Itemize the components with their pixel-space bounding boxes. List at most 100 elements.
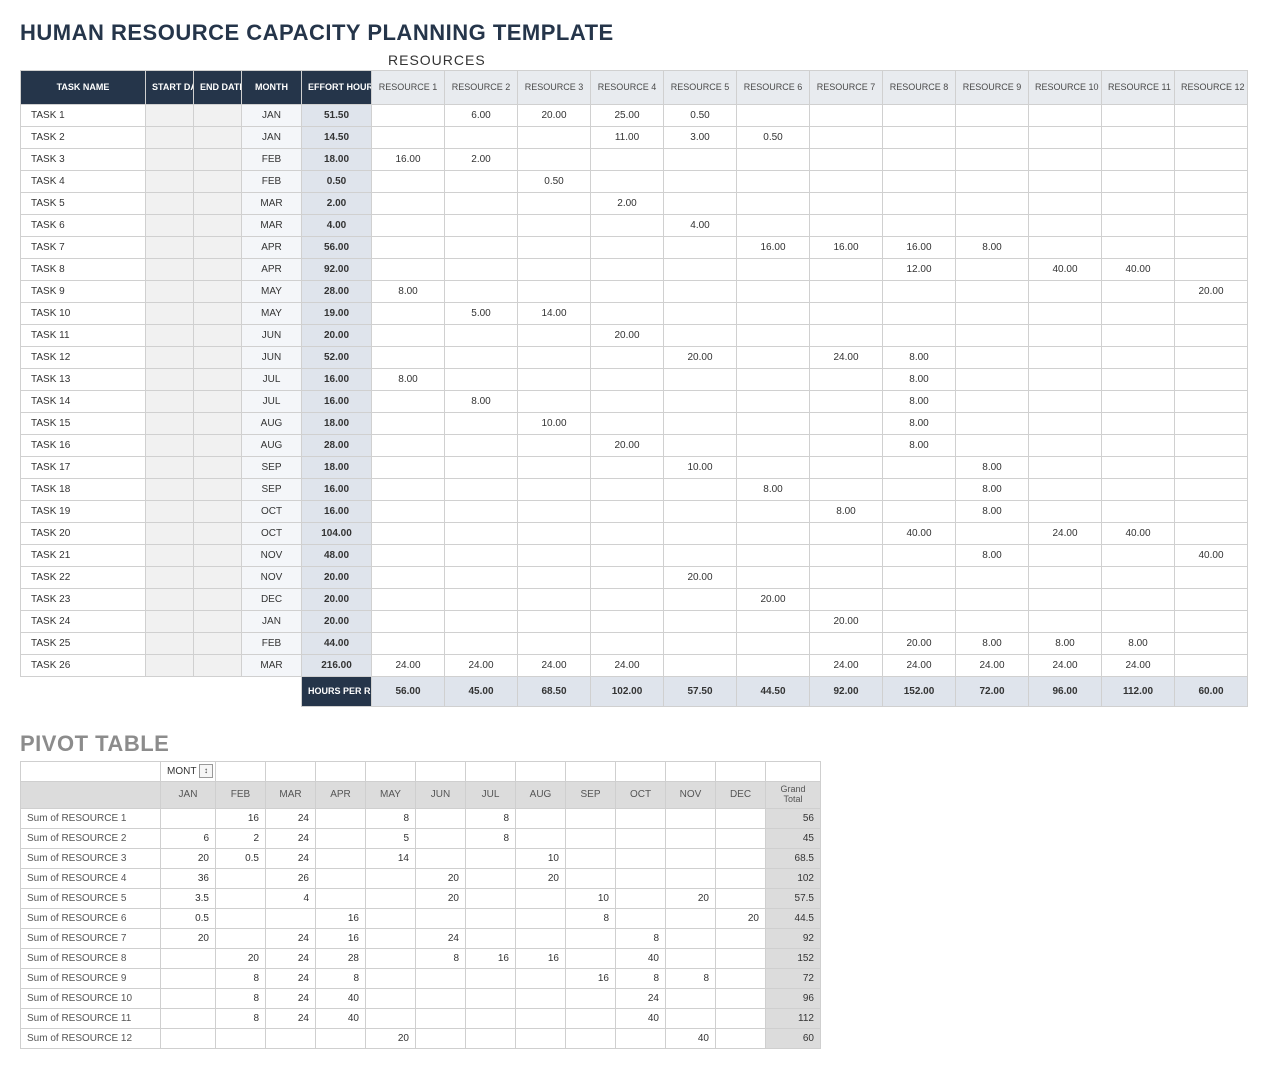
pivot-cell[interactable]: 16 <box>566 968 616 988</box>
resource-cell[interactable] <box>737 611 810 633</box>
resource-cell[interactable] <box>518 457 591 479</box>
resource-cell[interactable] <box>883 501 956 523</box>
total-resource-4[interactable]: 102.00 <box>591 677 664 707</box>
resource-cell[interactable] <box>956 391 1029 413</box>
resource-cell[interactable] <box>810 303 883 325</box>
pivot-row-label[interactable]: Sum of RESOURCE 8 <box>21 948 161 968</box>
pivot-cell[interactable] <box>466 1028 516 1048</box>
resource-cell[interactable] <box>591 589 664 611</box>
end-date-cell[interactable] <box>194 611 242 633</box>
pivot-grand-total-cell[interactable]: 96 <box>766 988 821 1008</box>
resource-cell[interactable] <box>664 413 737 435</box>
resource-cell[interactable]: 8.00 <box>372 369 445 391</box>
pivot-cell[interactable]: 16 <box>216 808 266 828</box>
resource-cell[interactable] <box>591 149 664 171</box>
task-name-cell[interactable]: TASK 26 <box>21 655 146 677</box>
pivot-cell[interactable] <box>566 868 616 888</box>
resource-cell[interactable] <box>1102 391 1175 413</box>
start-date-cell[interactable] <box>146 325 194 347</box>
resource-cell[interactable] <box>664 281 737 303</box>
pivot-cell[interactable] <box>366 928 416 948</box>
pivot-grand-total-cell[interactable]: 72 <box>766 968 821 988</box>
resource-cell[interactable] <box>372 501 445 523</box>
resource-cell[interactable] <box>810 413 883 435</box>
pivot-cell[interactable]: 20 <box>161 848 216 868</box>
resource-cell[interactable]: 3.00 <box>664 127 737 149</box>
resource-cell[interactable]: 4.00 <box>664 215 737 237</box>
resource-cell[interactable] <box>664 325 737 347</box>
pivot-cell[interactable] <box>666 988 716 1008</box>
resource-cell[interactable] <box>810 633 883 655</box>
resource-cell[interactable] <box>956 347 1029 369</box>
resource-cell[interactable] <box>1029 127 1102 149</box>
effort-cell[interactable]: 16.00 <box>302 391 372 413</box>
effort-cell[interactable]: 18.00 <box>302 457 372 479</box>
resource-cell[interactable] <box>1029 479 1102 501</box>
pivot-cell[interactable] <box>616 868 666 888</box>
resource-cell[interactable] <box>956 369 1029 391</box>
effort-cell[interactable]: 20.00 <box>302 567 372 589</box>
end-date-cell[interactable] <box>194 655 242 677</box>
resource-cell[interactable]: 2.00 <box>445 149 518 171</box>
resource-cell[interactable] <box>1175 655 1248 677</box>
pivot-cell[interactable]: 40 <box>666 1028 716 1048</box>
resource-cell[interactable] <box>1102 545 1175 567</box>
resource-cell[interactable] <box>664 523 737 545</box>
resource-cell[interactable] <box>664 545 737 567</box>
resource-cell[interactable] <box>1175 479 1248 501</box>
pivot-cell[interactable] <box>566 1028 616 1048</box>
task-name-cell[interactable]: TASK 15 <box>21 413 146 435</box>
pivot-grand-total-cell[interactable]: 92 <box>766 928 821 948</box>
pivot-cell[interactable] <box>666 848 716 868</box>
effort-cell[interactable]: 16.00 <box>302 501 372 523</box>
pivot-row-label[interactable]: Sum of RESOURCE 5 <box>21 888 161 908</box>
end-date-cell[interactable] <box>194 457 242 479</box>
resource-cell[interactable] <box>1175 193 1248 215</box>
resource-cell[interactable]: 8.00 <box>883 435 956 457</box>
resource-cell[interactable] <box>883 281 956 303</box>
resource-cell[interactable]: 10.00 <box>518 413 591 435</box>
resource-cell[interactable] <box>1102 149 1175 171</box>
pivot-cell[interactable]: 8 <box>366 808 416 828</box>
effort-cell[interactable]: 48.00 <box>302 545 372 567</box>
pivot-cell[interactable] <box>716 988 766 1008</box>
pivot-col-grand-total[interactable]: Grand Total <box>766 782 821 809</box>
pivot-cell[interactable]: 28 <box>316 948 366 968</box>
resource-cell[interactable] <box>664 391 737 413</box>
resource-cell[interactable] <box>445 171 518 193</box>
month-cell[interactable]: MAR <box>242 655 302 677</box>
pivot-col-aug[interactable]: AUG <box>516 782 566 809</box>
month-cell[interactable]: JUN <box>242 347 302 369</box>
resource-cell[interactable] <box>372 457 445 479</box>
resource-cell[interactable]: 16.00 <box>883 237 956 259</box>
start-date-cell[interactable] <box>146 149 194 171</box>
pivot-cell[interactable] <box>516 808 566 828</box>
pivot-cell[interactable] <box>566 988 616 1008</box>
resource-cell[interactable] <box>664 435 737 457</box>
pivot-cell[interactable]: 40 <box>616 948 666 968</box>
pivot-cell[interactable] <box>516 1008 566 1028</box>
resource-cell[interactable] <box>956 589 1029 611</box>
resource-cell[interactable] <box>518 567 591 589</box>
end-date-cell[interactable] <box>194 479 242 501</box>
resource-cell[interactable] <box>372 413 445 435</box>
resource-cell[interactable]: 20.00 <box>591 435 664 457</box>
resource-cell[interactable]: 20.00 <box>883 633 956 655</box>
resource-cell[interactable] <box>372 567 445 589</box>
start-date-cell[interactable] <box>146 281 194 303</box>
resource-cell[interactable] <box>810 391 883 413</box>
task-name-cell[interactable]: TASK 17 <box>21 457 146 479</box>
resource-cell[interactable] <box>518 193 591 215</box>
total-resource-11[interactable]: 112.00 <box>1102 677 1175 707</box>
task-name-cell[interactable]: TASK 13 <box>21 369 146 391</box>
resource-cell[interactable] <box>591 347 664 369</box>
resource-cell[interactable] <box>518 611 591 633</box>
resource-cell[interactable] <box>1175 325 1248 347</box>
resource-cell[interactable] <box>1102 413 1175 435</box>
resource-cell[interactable] <box>591 303 664 325</box>
pivot-cell[interactable]: 20 <box>666 888 716 908</box>
resource-cell[interactable] <box>445 127 518 149</box>
total-resource-12[interactable]: 60.00 <box>1175 677 1248 707</box>
resource-cell[interactable]: 5.00 <box>445 303 518 325</box>
resource-cell[interactable] <box>737 391 810 413</box>
